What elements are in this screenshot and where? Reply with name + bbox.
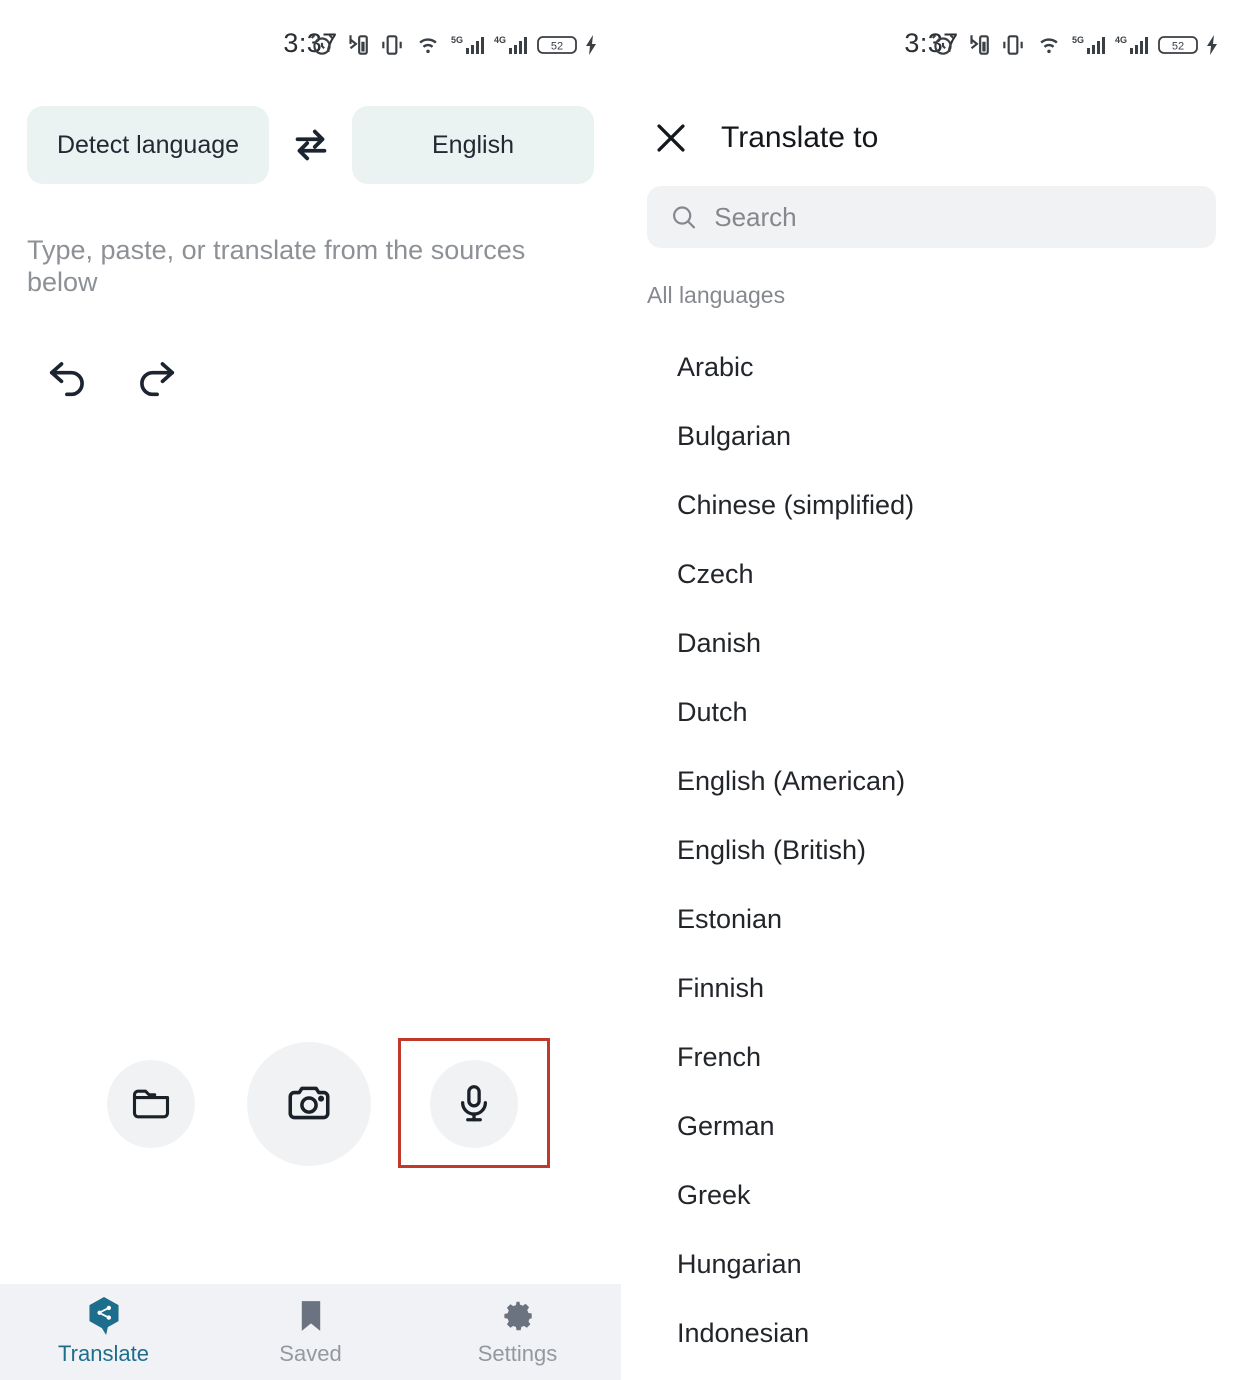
list-item[interactable]: Finnish (621, 954, 1242, 1023)
language-picker-screen: 3:37 5G 4G 52 Translate to Search All la… (621, 0, 1242, 1380)
sheet-title: Translate to (721, 121, 879, 154)
microphone-button[interactable] (430, 1060, 518, 1148)
vibrate-icon (382, 35, 402, 55)
redo-icon (140, 361, 175, 396)
search-icon (673, 206, 696, 229)
list-item[interactable]: Chinese (simplified) (621, 471, 1242, 540)
close-button[interactable] (649, 116, 693, 160)
microphone-icon (460, 1085, 488, 1122)
bookmark-icon (294, 1297, 328, 1335)
search-field[interactable] (647, 186, 1216, 248)
sheet-header: Translate to (621, 88, 1242, 174)
signal-5g-icon: 5G (451, 35, 484, 54)
target-language-button[interactable]: English (352, 106, 594, 184)
list-item[interactable]: English (American) (621, 747, 1242, 816)
list-item[interactable]: Estonian (621, 885, 1242, 954)
translate-home-screen: 3:37 5G 4G 52 Detect language English Ty… (0, 0, 621, 1380)
swap-languages-button[interactable] (269, 106, 352, 184)
status-bar: 3:37 5G 4G 52 (0, 0, 621, 88)
open-file-button[interactable] (107, 1060, 195, 1148)
language-list: Arabic Bulgarian Chinese (simplified) Cz… (621, 309, 1242, 1368)
camera-icon (288, 1086, 330, 1120)
list-item[interactable]: Arabic (621, 333, 1242, 402)
list-item[interactable]: Indonesian (621, 1299, 1242, 1368)
wifi-icon (1040, 38, 1058, 54)
signal-4g-icon: 4G (494, 35, 527, 54)
folder-icon (132, 1089, 170, 1119)
svg-text:4G: 4G (494, 35, 506, 45)
undo-icon (49, 361, 84, 396)
vibrate-icon (1003, 35, 1023, 55)
translate-hexagon-icon (84, 1296, 124, 1336)
battery-indicator: 52 (537, 32, 599, 58)
nav-item-saved[interactable]: Saved (207, 1284, 414, 1380)
nav-label-translate: Translate (58, 1341, 149, 1366)
list-item[interactable]: Czech (621, 540, 1242, 609)
battery-icon: 52 (1158, 36, 1198, 54)
bluetooth-battery-icon (349, 35, 368, 55)
list-item[interactable]: French (621, 1023, 1242, 1092)
battery-indicator-right: 52 (1158, 32, 1220, 58)
bottom-navigation: Translate Saved Settings (0, 1284, 621, 1380)
alarm-icon (310, 34, 334, 55)
nav-label-saved: Saved (279, 1341, 342, 1366)
svg-text:5G: 5G (451, 35, 463, 45)
battery-percent-text: 52 (551, 41, 563, 53)
gear-icon (499, 1297, 537, 1335)
nav-item-translate[interactable]: Translate (0, 1284, 207, 1380)
translate-input-placeholder[interactable]: Type, paste, or translate from the sourc… (0, 184, 621, 299)
status-icon-group-right: 5G 4G 52 (930, 28, 1220, 62)
camera-button[interactable] (247, 1042, 371, 1166)
status-icon-group: 5G 4G 52 (309, 28, 599, 62)
wifi-icon (419, 38, 437, 54)
search-input[interactable] (714, 201, 1194, 233)
charging-bolt-icon (586, 35, 596, 55)
signal-4g-icon: 4G (1115, 35, 1148, 54)
list-item[interactable]: Danish (621, 609, 1242, 678)
list-item[interactable]: Greek (621, 1161, 1242, 1230)
signal-5g-icon: 5G (1072, 35, 1105, 54)
nav-label-settings: Settings (477, 1341, 558, 1366)
list-item[interactable]: English (British) (621, 816, 1242, 885)
list-item[interactable]: Hungarian (621, 1230, 1242, 1299)
battery-icon: 52 (537, 36, 577, 54)
history-controls (0, 299, 621, 403)
input-source-actions (0, 1037, 621, 1172)
undo-button[interactable] (42, 351, 94, 403)
svg-text:5G: 5G (1072, 35, 1084, 45)
svg-text:4G: 4G (1115, 35, 1127, 45)
nav-item-settings[interactable]: Settings (414, 1284, 621, 1380)
dual-screenshot-container: 3:37 5G 4G 52 Detect language English Ty… (0, 0, 1242, 1380)
alarm-icon (931, 34, 955, 55)
redo-button[interactable] (130, 351, 182, 403)
status-bar-right: 3:37 5G 4G 52 (621, 0, 1242, 88)
bluetooth-battery-icon (970, 35, 989, 55)
swap-horizontal-icon (295, 129, 326, 161)
charging-bolt-icon (1207, 35, 1217, 55)
list-item[interactable]: Bulgarian (621, 402, 1242, 471)
language-selector-row: Detect language English (0, 88, 621, 184)
svg-text:52: 52 (1172, 41, 1184, 53)
source-language-button[interactable]: Detect language (27, 106, 269, 184)
close-icon (657, 124, 685, 152)
section-label-all-languages: All languages (647, 282, 786, 308)
list-item[interactable]: German (621, 1092, 1242, 1161)
list-item[interactable]: Dutch (621, 678, 1242, 747)
